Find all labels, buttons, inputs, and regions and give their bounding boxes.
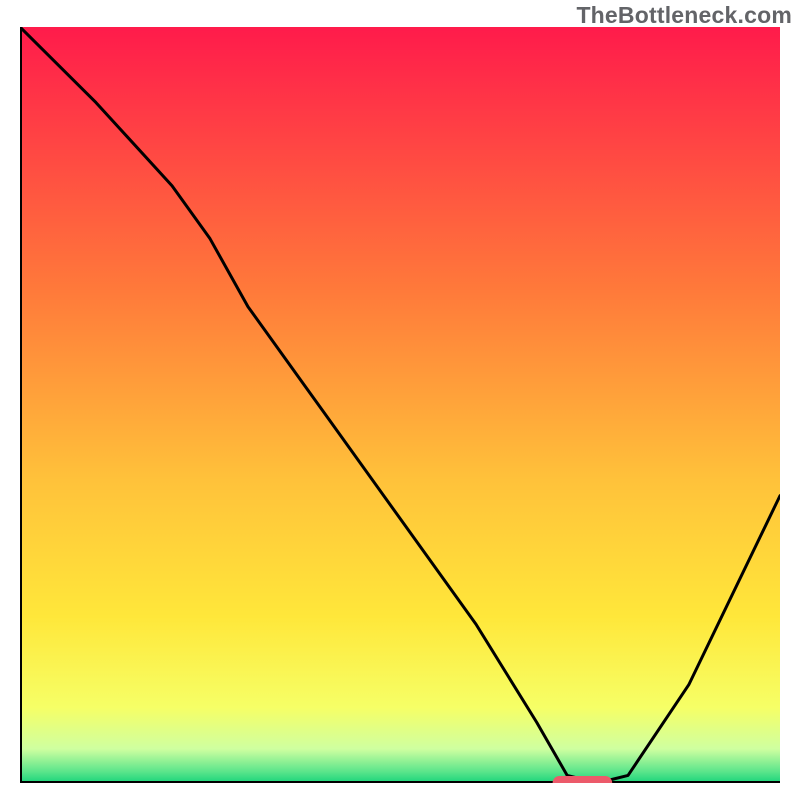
watermark-text: TheBottleneck.com	[576, 2, 792, 29]
plot-area	[20, 27, 780, 783]
plot-svg	[20, 27, 780, 783]
gradient-background	[20, 27, 780, 783]
chart-frame: TheBottleneck.com	[0, 0, 800, 800]
